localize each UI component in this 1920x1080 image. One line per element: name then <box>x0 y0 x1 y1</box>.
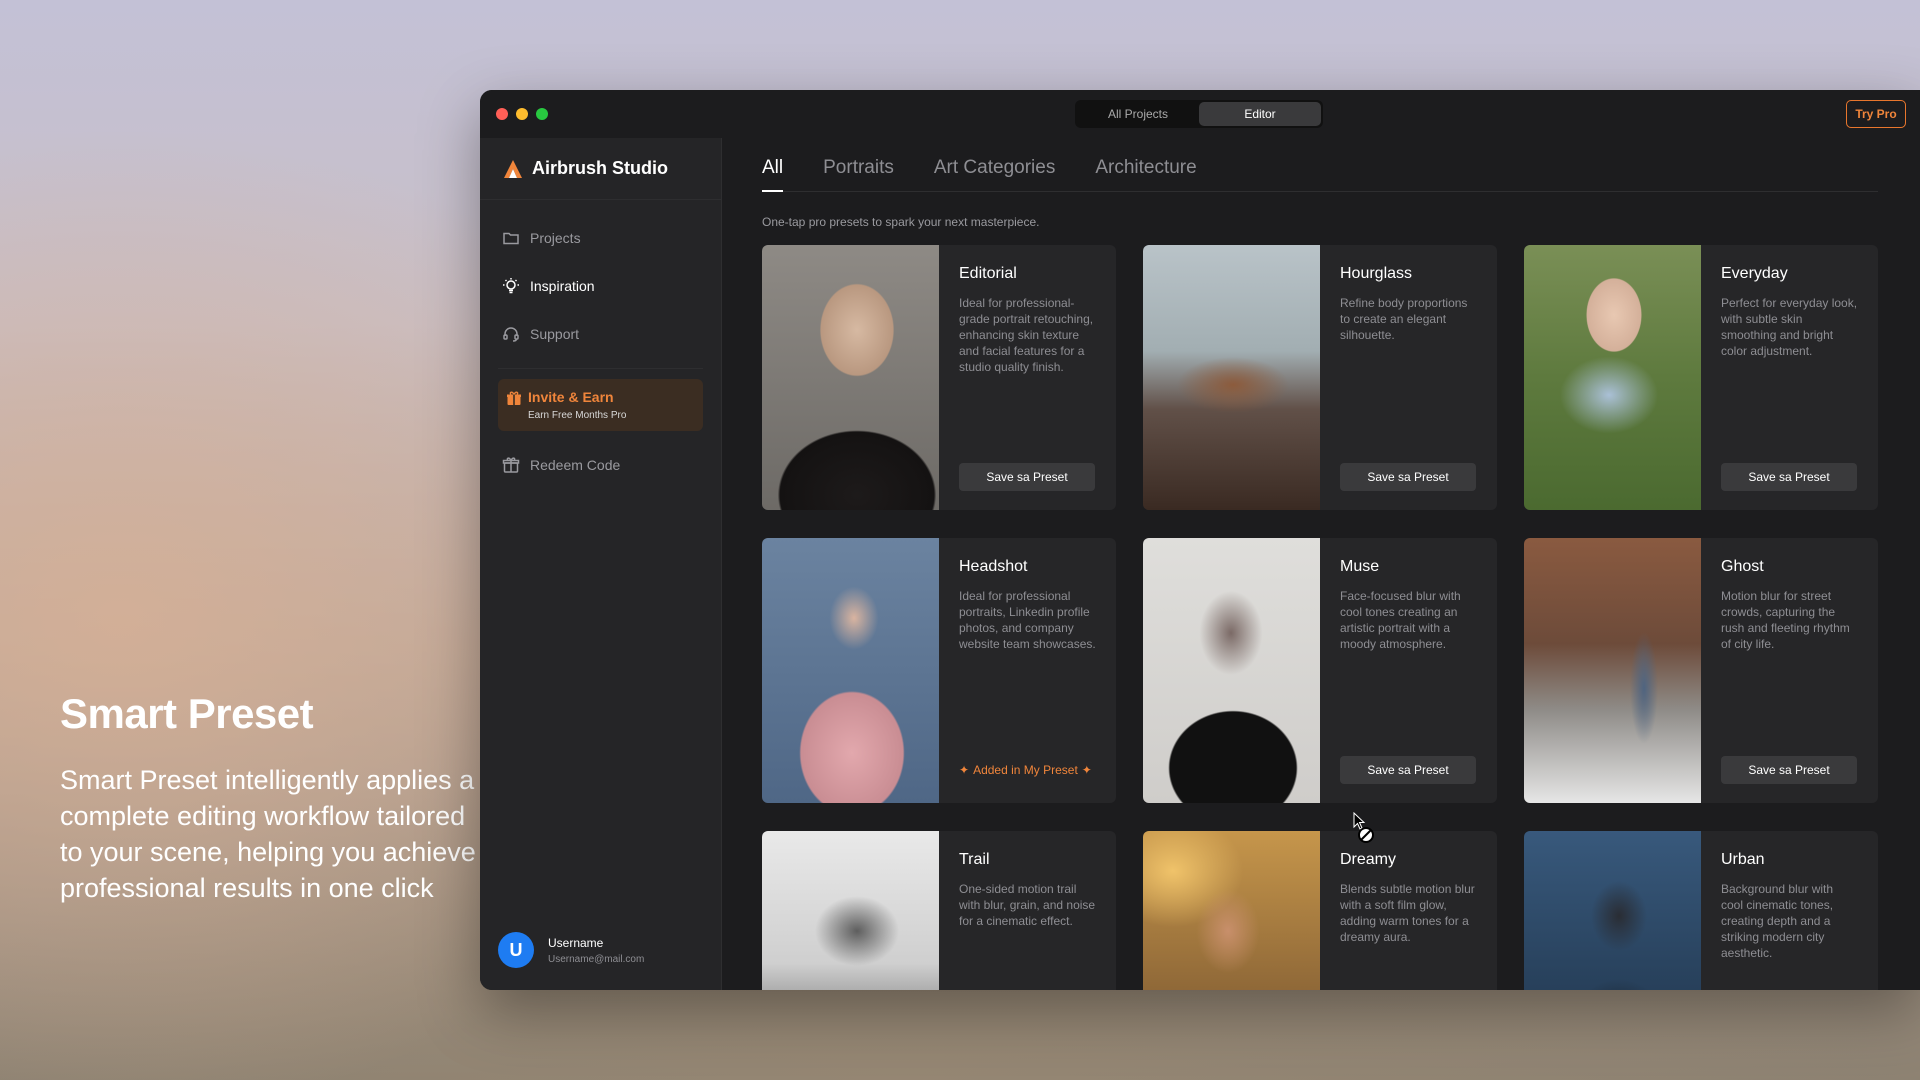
category-tabs: All Portraits Art Categories Architectur… <box>762 138 1878 192</box>
try-pro-button[interactable]: Try Pro <box>1846 100 1906 128</box>
preset-title: Hourglass <box>1340 265 1413 282</box>
sidebar-item-inspiration[interactable]: Inspiration <box>498 262 703 310</box>
preset-title: Dreamy <box>1340 851 1397 868</box>
preset-title: Urban <box>1721 851 1765 868</box>
preset-image <box>1524 538 1701 803</box>
preset-description: Face-focused blur with cool tones creati… <box>1340 589 1461 651</box>
preset-card-muse[interactable]: Muse Face-focused blur with cool tones c… <box>1143 538 1497 803</box>
preset-description: Blends subtle motion blur with a soft fi… <box>1340 882 1475 944</box>
invite-title: Invite & Earn <box>528 389 614 405</box>
gift-box-icon <box>502 457 520 473</box>
sparkle-icon: ✦ <box>1081 763 1092 777</box>
preset-description: Ideal for professional-grade portrait re… <box>959 296 1094 374</box>
sidebar-item-label: Inspiration <box>530 278 595 294</box>
save-preset-button[interactable]: Save sa Preset <box>1340 756 1476 784</box>
invite-earn-button[interactable]: Invite & Earn Earn Free Months Pro <box>498 379 703 431</box>
tab-art-categories[interactable]: Art Categories <box>934 157 1055 191</box>
sidebar-item-redeem-code[interactable]: Redeem Code <box>498 441 703 489</box>
main-content: All Portraits Art Categories Architectur… <box>722 138 1920 990</box>
sidebar-item-projects[interactable]: Projects <box>498 214 703 262</box>
user-email: Username@mail.com <box>548 953 645 965</box>
preset-card-editorial[interactable]: Editorial Ideal for professional-grade p… <box>762 245 1116 510</box>
editor-segment[interactable]: Editor <box>1199 102 1321 126</box>
brand-name: Airbrush Studio <box>532 158 668 178</box>
folder-icon <box>503 232 519 245</box>
preset-image <box>1524 245 1701 510</box>
tab-portraits[interactable]: Portraits <box>823 157 894 191</box>
preset-image <box>1524 831 1701 990</box>
preset-description: Refine body proportions to create an ele… <box>1340 296 1468 342</box>
preset-card-everyday[interactable]: Everyday Perfect for everyday look, with… <box>1524 245 1878 510</box>
preset-grid: Editorial Ideal for professional-grade p… <box>762 245 1920 990</box>
zoom-window-button[interactable] <box>536 108 548 120</box>
added-status[interactable]: ✦ Added in My Preset ✦ <box>959 763 1092 777</box>
preset-title: Editorial <box>959 265 1017 282</box>
sidebar-item-label: Projects <box>530 230 581 246</box>
promo-text: Smart Preset intelligently applies a com… <box>60 765 476 903</box>
app-window: All Projects Editor Try Pro Airbrush Stu… <box>480 90 1920 990</box>
airbrush-logo-icon <box>504 159 522 178</box>
preset-description: Perfect for everyday look, with subtle s… <box>1721 296 1858 358</box>
preset-card-ghost[interactable]: Ghost Motion blur for street crowds, cap… <box>1524 538 1878 803</box>
save-preset-button[interactable]: Save sa Preset <box>959 463 1095 491</box>
promo-title: Smart Preset <box>60 690 314 737</box>
view-switcher: All Projects Editor <box>1075 100 1323 128</box>
preset-image <box>762 538 939 803</box>
preset-image <box>762 831 939 990</box>
preset-title: Ghost <box>1721 558 1764 575</box>
sidebar-nav: Projects Inspiration Support Invite & Ea… <box>480 200 721 489</box>
user-name: Username <box>548 935 604 950</box>
sidebar: Airbrush Studio Projects Inspiration Sup… <box>480 138 722 990</box>
preset-card-hourglass[interactable]: Hourglass Refine body proportions to cre… <box>1143 245 1497 510</box>
save-preset-button[interactable]: Save sa Preset <box>1721 463 1857 491</box>
titlebar: All Projects Editor Try Pro <box>480 90 1920 138</box>
preset-card-headshot[interactable]: Headshot Ideal for professional portrait… <box>762 538 1116 803</box>
close-window-button[interactable] <box>496 108 508 120</box>
preset-card-urban[interactable]: Urban Background blur with cool cinemati… <box>1524 831 1878 990</box>
save-preset-button[interactable]: Save sa Preset <box>1340 463 1476 491</box>
tab-all[interactable]: All <box>762 157 784 192</box>
sidebar-item-support[interactable]: Support <box>498 310 703 358</box>
page-subtitle: One-tap pro presets to spark your next m… <box>762 215 1040 229</box>
preset-image <box>1143 245 1320 510</box>
preset-title: Trail <box>959 851 990 868</box>
save-preset-button[interactable]: Save sa Preset <box>1721 756 1857 784</box>
preset-description: Ideal for professional portraits, Linked… <box>959 589 1096 651</box>
preset-card-dreamy[interactable]: Dreamy Blends subtle motion blur with a … <box>1143 831 1497 990</box>
promo-panel: Smart Preset Smart Preset intelligently … <box>60 690 480 906</box>
preset-card-trail[interactable]: Trail One-sided motion trail with blur, … <box>762 831 1116 990</box>
preset-image <box>1143 538 1320 803</box>
sidebar-item-label: Support <box>530 326 580 342</box>
preset-description: One-sided motion trail with blur, grain,… <box>959 882 1096 928</box>
preset-image <box>1143 831 1320 990</box>
preset-title: Muse <box>1340 558 1380 575</box>
sparkle-icon: ✦ <box>959 763 970 777</box>
headset-icon <box>503 327 519 342</box>
minimize-window-button[interactable] <box>516 108 528 120</box>
all-projects-segment[interactable]: All Projects <box>1077 102 1199 126</box>
preset-title: Everyday <box>1721 265 1788 282</box>
invite-subtitle: Earn Free Months Pro <box>528 410 627 421</box>
preset-description: Motion blur for street crowds, capturing… <box>1721 589 1850 651</box>
preset-title: Headshot <box>959 558 1028 575</box>
brand: Airbrush Studio <box>480 138 721 200</box>
user-profile[interactable]: U Username Username@mail.com <box>498 932 644 968</box>
lightbulb-icon <box>503 278 519 294</box>
sidebar-item-label: Redeem Code <box>530 457 621 473</box>
gift-icon <box>507 391 521 405</box>
added-label: Added in My Preset <box>973 763 1078 777</box>
preset-description: Background blur with cool cinematic tone… <box>1721 882 1834 960</box>
tab-architecture[interactable]: Architecture <box>1095 157 1196 191</box>
preset-image <box>762 245 939 510</box>
sidebar-divider <box>498 368 703 369</box>
avatar: U <box>498 932 534 968</box>
not-allowed-cursor-icon <box>1353 812 1374 843</box>
